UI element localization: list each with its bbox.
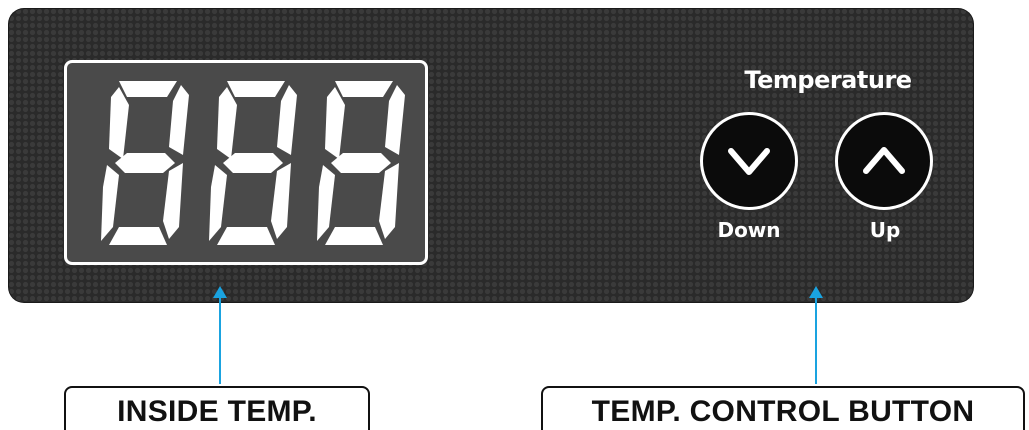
display-digit-3 (317, 81, 405, 245)
temperature-display (64, 60, 428, 265)
down-button-label: Down (717, 218, 781, 242)
up-button-label: Up (869, 218, 901, 242)
temp-control-button-callout: TEMP. CONTROL BUTTON (541, 386, 1025, 430)
display-digit-2 (209, 81, 297, 245)
chevron-up-icon (863, 147, 905, 174)
display-digit-1 (101, 81, 189, 245)
control-panel: Temperature Down Up (8, 8, 974, 303)
inside-temp-callout: INSIDE TEMP. (64, 386, 370, 430)
chevron-down-icon (728, 148, 770, 175)
temperature-down-button[interactable] (700, 112, 798, 210)
control-button-pointer-arrow (809, 286, 823, 384)
temperature-up-button[interactable] (835, 112, 933, 210)
temperature-control-title: Temperature (744, 66, 912, 94)
inside-temp-pointer-arrow (213, 286, 227, 384)
